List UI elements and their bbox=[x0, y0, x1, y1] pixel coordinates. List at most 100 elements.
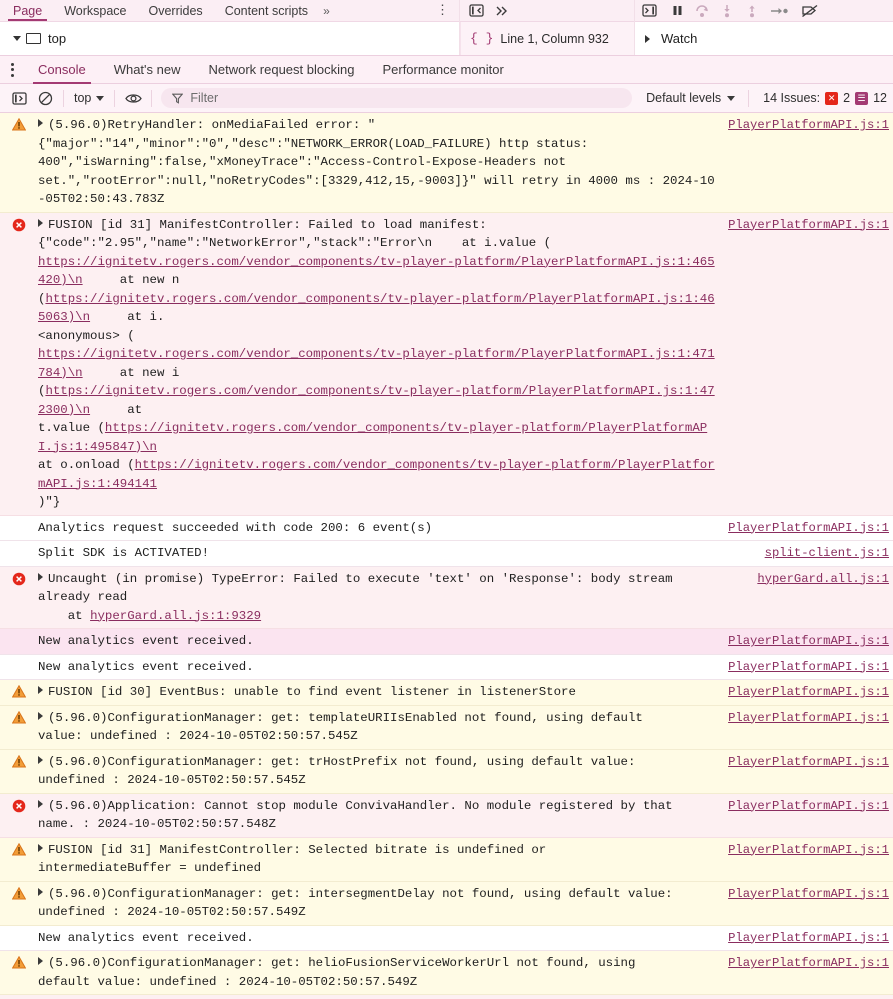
console-message-source-link[interactable]: PlayerPlatformAPI.js:1 bbox=[724, 683, 889, 702]
sources-tab-content-scripts[interactable]: Content scripts bbox=[214, 4, 319, 21]
console-message-warning[interactable]: (5.96.0)ConfigurationManager: get: templ… bbox=[0, 705, 893, 750]
warning-triangle-icon bbox=[0, 954, 38, 969]
stack-frame-link[interactable]: https://ignitetv.rogers.com/vendor_compo… bbox=[38, 421, 707, 454]
toolbar-divider bbox=[748, 89, 750, 107]
execution-context-selector[interactable]: top bbox=[69, 91, 109, 105]
sources-kebab-menu-icon[interactable]: ⋮ bbox=[436, 2, 459, 21]
toolbar-divider bbox=[63, 89, 64, 107]
console-message-list[interactable]: (5.96.0)RetryHandler: onMediaFailed erro… bbox=[0, 113, 893, 999]
console-message-warning[interactable]: FUSION [id 31] ManifestController: Selec… bbox=[0, 837, 893, 882]
debugger-watch-section[interactable]: Watch bbox=[635, 22, 893, 55]
console-message-error[interactable]: (5.96.0)Application: Cannot stop module … bbox=[0, 793, 893, 838]
console-message-source-link[interactable]: PlayerPlatformAPI.js:1 bbox=[724, 885, 889, 904]
tab-performance-monitor[interactable]: Performance monitor bbox=[368, 55, 517, 84]
console-message-source-link[interactable]: PlayerPlatformAPI.js:1 bbox=[724, 797, 889, 816]
chevron-right-icon[interactable] bbox=[38, 711, 43, 720]
console-message-source-link[interactable]: PlayerPlatformAPI.js:1 bbox=[724, 216, 889, 235]
console-message-source-link[interactable]: PlayerPlatformAPI.js:1 bbox=[724, 753, 889, 772]
chevron-right-icon[interactable] bbox=[38, 887, 43, 896]
show-debugger-icon[interactable] bbox=[639, 2, 659, 20]
pretty-print-icon[interactable]: { } bbox=[470, 31, 493, 46]
console-message-error[interactable]: GET https://rgs-atsec-baol-006.rogers-tv… bbox=[0, 995, 893, 999]
chevron-down-icon[interactable] bbox=[13, 36, 21, 41]
stack-frame-link[interactable]: https://ignitetv.rogers.com/vendor_compo… bbox=[38, 255, 715, 288]
warning-triangle-icon bbox=[0, 753, 38, 768]
warning-triangle-icon bbox=[0, 709, 38, 724]
message-gutter bbox=[0, 632, 38, 634]
step-icon[interactable] bbox=[767, 2, 791, 20]
console-message-warning[interactable]: (5.96.0)ConfigurationManager: get: helio… bbox=[0, 951, 893, 995]
pause-script-icon[interactable] bbox=[667, 2, 687, 20]
sources-tab-page[interactable]: Page bbox=[2, 4, 53, 21]
console-message-warning[interactable]: FUSION [id 30] EventBus: unable to find … bbox=[0, 680, 893, 706]
console-message-info[interactable]: New analytics event received. PlayerPlatf… bbox=[0, 654, 893, 680]
chevron-right-icon[interactable] bbox=[38, 572, 43, 581]
console-message-info[interactable]: Analytics request succeeded with code 20… bbox=[0, 515, 893, 541]
console-message-source-link[interactable]: PlayerPlatformAPI.js:1 bbox=[724, 709, 889, 728]
show-navigator-icon[interactable] bbox=[466, 2, 486, 20]
console-message-source-link[interactable]: hyperGard.all.js:1 bbox=[753, 570, 889, 589]
console-message-source-link[interactable]: PlayerPlatformAPI.js:1 bbox=[724, 954, 889, 973]
console-message-source-link[interactable]: PlayerPlatformAPI.js:1 bbox=[724, 519, 889, 538]
chevron-right-icon[interactable] bbox=[38, 119, 43, 127]
console-message-source-link[interactable]: PlayerPlatformAPI.js:1 bbox=[724, 116, 889, 135]
drawer-kebab-menu-icon[interactable] bbox=[0, 62, 24, 77]
stack-frame-link[interactable]: https://ignitetv.rogers.com/vendor_compo… bbox=[38, 384, 715, 417]
message-gutter bbox=[0, 519, 38, 521]
console-message-info[interactable]: New analytics event received. PlayerPlatf… bbox=[0, 925, 893, 951]
tab-whats-new[interactable]: What's new bbox=[100, 55, 195, 84]
chevron-right-icon[interactable] bbox=[38, 799, 43, 808]
console-message-warning[interactable]: (5.96.0)ConfigurationManager: get: inter… bbox=[0, 881, 893, 926]
console-message-error[interactable]: FUSION [id 31] ManifestController: Faile… bbox=[0, 212, 893, 516]
issues-counter[interactable]: 14 Issues: ✕ 2 ☰ 12 bbox=[754, 91, 887, 105]
console-message-error[interactable]: Uncaught (in promise) TypeError: Failed … bbox=[0, 566, 893, 629]
deactivate-breakpoints-icon[interactable] bbox=[799, 2, 821, 20]
log-levels-selector[interactable]: Default levels bbox=[638, 91, 743, 105]
live-expression-icon[interactable] bbox=[120, 87, 146, 109]
console-message-warning[interactable]: (5.96.0)ConfigurationManager: get: trHos… bbox=[0, 749, 893, 794]
watch-section-label: Watch bbox=[661, 31, 698, 46]
console-message-source-link[interactable]: PlayerPlatformAPI.js:1 bbox=[724, 929, 889, 948]
chevron-right-icon[interactable] bbox=[38, 686, 43, 694]
step-out-icon[interactable] bbox=[742, 2, 762, 20]
tree-item-top-label[interactable]: top bbox=[48, 31, 66, 46]
console-message-info[interactable]: Split SDK is ACTIVATED! split-client.js:1 bbox=[0, 541, 893, 567]
console-message-text: FUSION [id 31] ManifestController: Faile… bbox=[38, 217, 715, 509]
sources-panel-strip: Page Workspace Overrides Content scripts… bbox=[0, 0, 893, 55]
chevron-right-icon[interactable] bbox=[38, 843, 43, 852]
tab-console-label: Console bbox=[38, 62, 86, 77]
chevron-right-icon[interactable] bbox=[38, 755, 43, 764]
editor-more-tabs-icon[interactable] bbox=[492, 2, 512, 20]
console-message-text: (5.96.0)RetryHandler: onMediaFailed erro… bbox=[38, 118, 715, 206]
step-into-icon[interactable] bbox=[717, 2, 737, 20]
console-message-source-link[interactable]: PlayerPlatformAPI.js:1 bbox=[724, 658, 889, 677]
sources-more-tabs-icon[interactable]: » bbox=[319, 4, 336, 21]
console-message-warning[interactable]: (5.96.0)RetryHandler: onMediaFailed erro… bbox=[0, 113, 893, 213]
debugger-toolbar bbox=[635, 0, 893, 22]
console-message-info[interactable]: New analytics event received. PlayerPlatf… bbox=[0, 629, 893, 655]
console-sidebar-icon[interactable] bbox=[6, 87, 32, 109]
chevron-right-icon[interactable] bbox=[38, 957, 43, 965]
chevron-down-icon bbox=[727, 95, 736, 101]
search-input[interactable]: Filter bbox=[161, 88, 633, 108]
tab-network-request-blocking[interactable]: Network request blocking bbox=[195, 55, 369, 84]
clear-console-icon[interactable] bbox=[32, 87, 58, 109]
tab-console[interactable]: Console bbox=[24, 55, 100, 84]
stack-frame-link[interactable]: https://ignitetv.rogers.com/vendor_compo… bbox=[38, 292, 715, 325]
sources-editor-toolbar bbox=[460, 0, 634, 22]
error-circle-icon bbox=[0, 797, 38, 813]
console-message-source-link[interactable]: PlayerPlatformAPI.js:1 bbox=[724, 841, 889, 860]
chevron-right-icon[interactable] bbox=[38, 218, 43, 227]
stack-frame-link[interactable]: https://ignitetv.rogers.com/vendor_compo… bbox=[38, 347, 715, 380]
stack-frame-link[interactable]: https://ignitetv.rogers.com/vendor_compo… bbox=[38, 458, 715, 491]
step-over-icon[interactable] bbox=[692, 2, 712, 20]
chevron-right-icon[interactable] bbox=[645, 34, 650, 43]
console-message-source-link[interactable]: split-client.js:1 bbox=[761, 544, 889, 563]
warning-triangle-icon bbox=[0, 841, 38, 856]
stack-frame-link[interactable]: hyperGard.all.js:1:9329 bbox=[90, 609, 261, 623]
issue-info-badge-icon: ☰ bbox=[855, 91, 869, 105]
tab-network-request-blocking-label: Network request blocking bbox=[208, 62, 355, 77]
sources-tab-workspace[interactable]: Workspace bbox=[53, 4, 137, 21]
sources-tab-overrides[interactable]: Overrides bbox=[138, 4, 214, 21]
console-message-source-link[interactable]: PlayerPlatformAPI.js:1 bbox=[724, 632, 889, 651]
